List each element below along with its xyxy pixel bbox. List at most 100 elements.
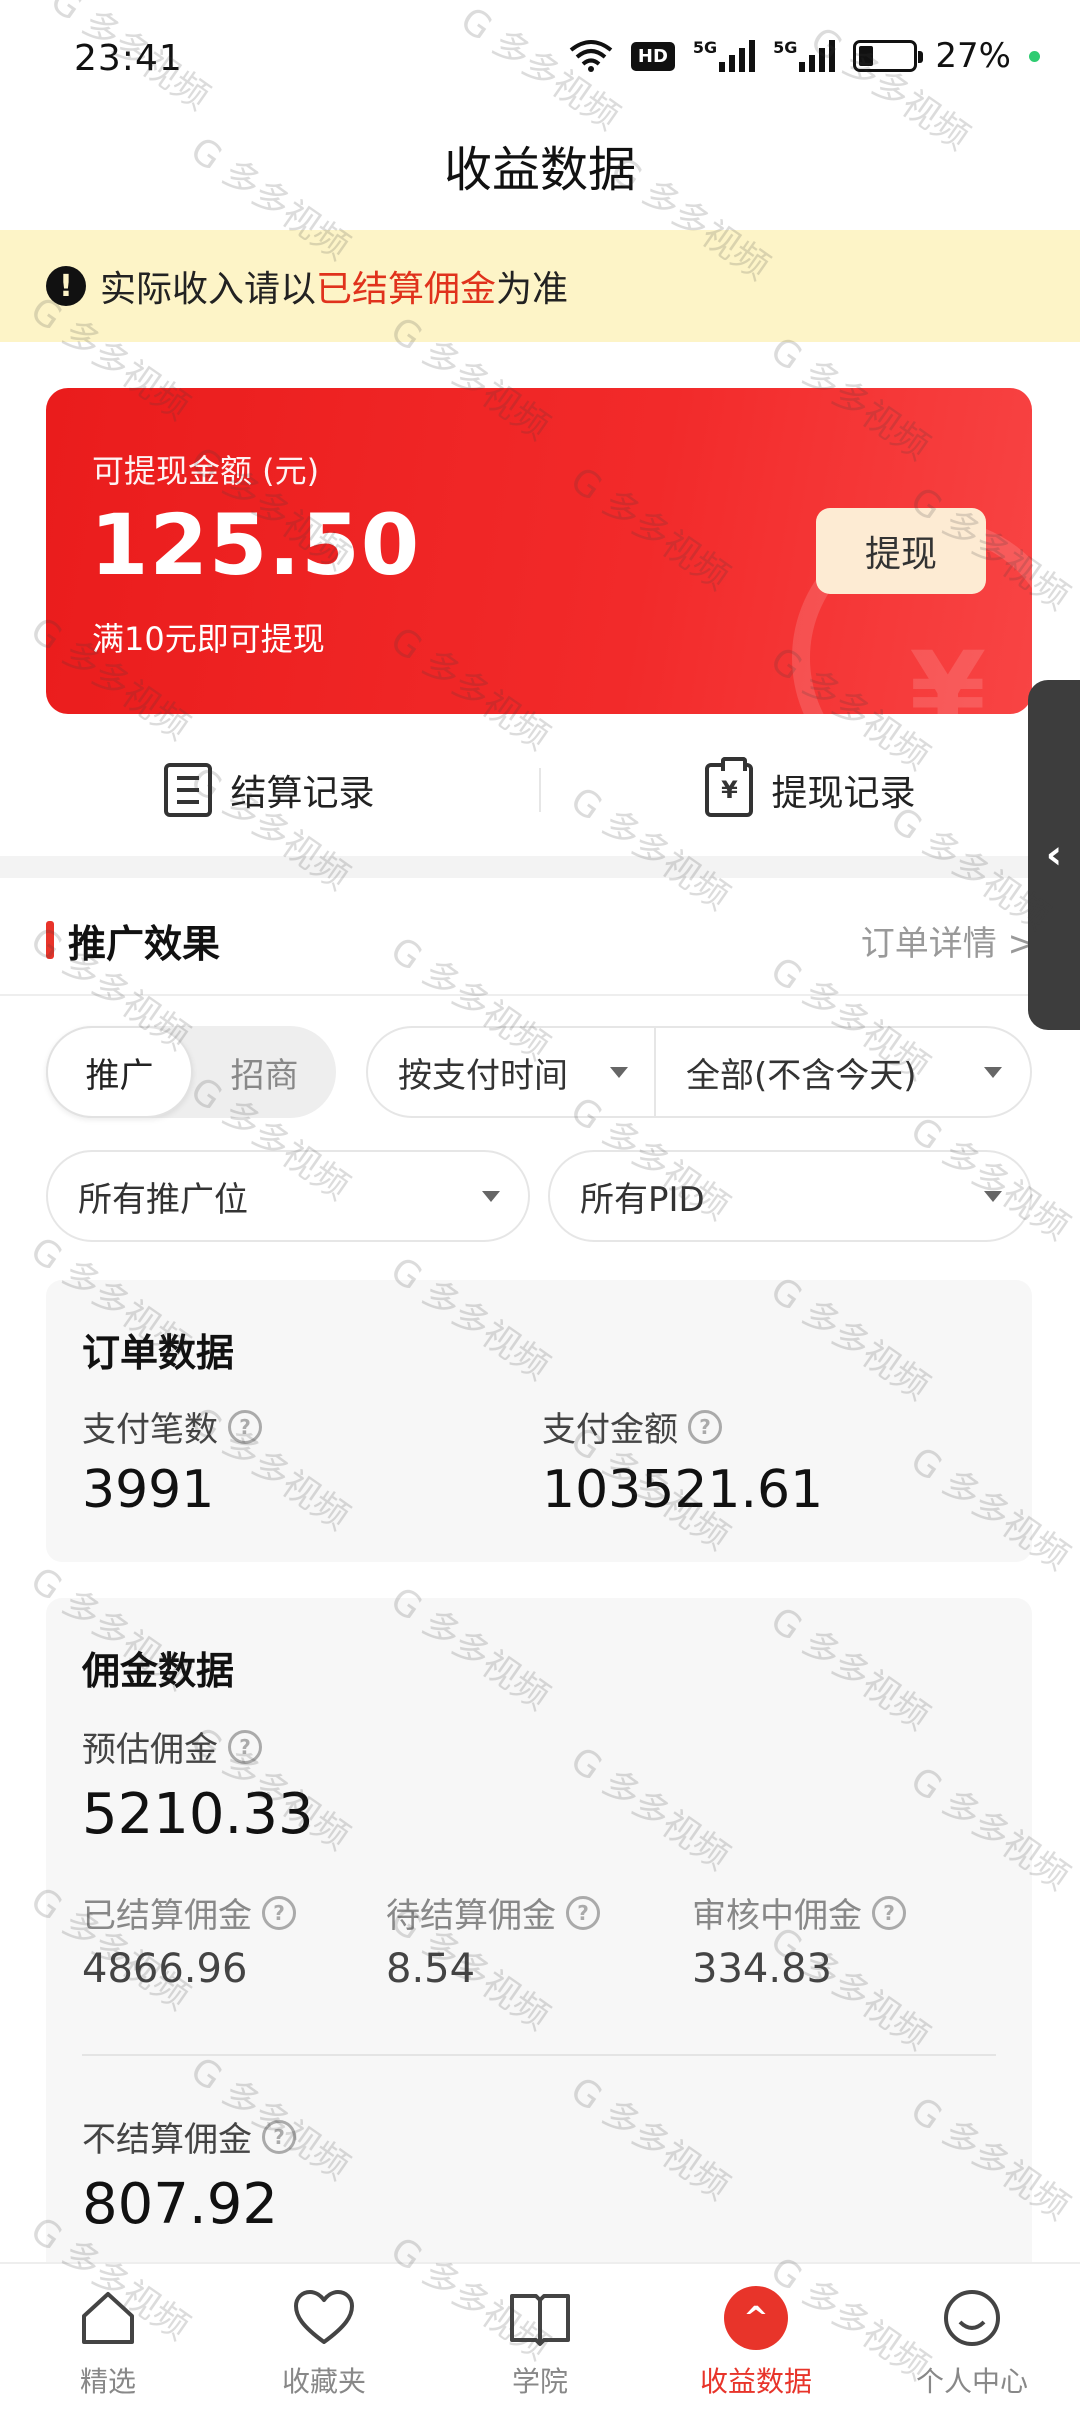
pending-commission-value: 8.54 [386,1946,476,1992]
nav-featured-label: 精选 [79,2365,136,2398]
pid-value: 所有PID [580,1179,705,1220]
commission-data-card: 佣金数据 预估佣金 ? 5210.33 已结算佣金 ? 4866.96 待结算佣… [46,1598,1032,2278]
estimated-commission-value: 5210.33 [82,1782,314,1847]
signal-2-icon: 5G [773,38,836,72]
smiley-face-icon [940,2286,1004,2350]
header-divider [0,994,1080,996]
settlement-records-label: 结算记录 [230,773,375,814]
nav-favorites-label: 收藏夹 [281,2365,366,2398]
segment-promote[interactable]: 推广 [46,1026,193,1118]
settled-commission-value: 4866.96 [82,1946,248,1992]
order-data-card: 订单数据 支付笔数 ? 3991 支付金额 ? 103521.61 [46,1280,1032,1562]
pay-amount-label: 支付金额 ? [542,1402,722,1451]
nav-earnings-label: 收益数据 [699,2365,812,2398]
side-drawer-tab[interactable]: ‹ [1028,680,1080,1030]
promotion-type-toggle: 推广 招商 [46,1026,336,1118]
nav-profile-label: 个人中心 [915,2365,1028,2398]
bottom-navigation: 精选 收藏夹 学院 ^ 收益数据 个人中心 [0,2262,1080,2412]
not-settle-label-text: 不结算佣金 [82,2120,252,2160]
section-separator [0,856,1080,878]
notice-suffix: 为准 [496,269,569,310]
help-icon[interactable]: ? [688,1409,722,1444]
page-title: 收益数据 [443,142,636,198]
status-bar: 23:41 HD 5G 5G 27% [0,0,1080,120]
status-icons: HD 5G 5G 27% [569,36,1040,76]
pay-amount-value: 103521.61 [542,1460,824,1520]
position-select[interactable]: 所有推广位 [46,1150,530,1242]
records-row: 结算记录 ¥ 提现记录 [0,740,1080,840]
privacy-dot-icon [1029,50,1040,62]
withdraw-button[interactable]: 提现 [816,508,986,594]
notice-prefix: 实际收入请以 [100,269,317,310]
heart-icon [292,2286,356,2350]
chevron-down-icon [482,1190,500,1202]
notice-banner: ! 实际收入请以 已结算佣金 为准 [0,230,1080,342]
pay-count-value: 3991 [82,1460,215,1520]
section-accent-bar [46,921,54,959]
settlement-records-link[interactable]: 结算记录 [0,763,539,817]
date-range-value: 全部(不含今天) [686,1055,917,1096]
document-icon [164,763,213,817]
battery-level [859,46,874,66]
chevron-left-icon: ‹ [1045,832,1063,878]
exclamation-icon: ! [46,266,86,306]
estimated-label-text: 预估佣金 [82,1730,218,1770]
network-type-2: 5G [773,38,798,57]
settled-commission-label: 已结算佣金 ? [82,1888,296,1937]
estimated-commission-label: 预估佣金 ? [82,1722,262,1771]
help-icon[interactable]: ? [228,1409,262,1444]
help-icon[interactable]: ? [872,1895,906,1930]
chevron-down-icon [984,1190,1002,1202]
position-value: 所有推广位 [78,1179,248,1220]
not-settle-commission-value: 807.92 [82,2172,278,2237]
withdraw-records-label: 提现记录 [771,773,916,814]
reviewing-label-text: 审核中佣金 [692,1896,862,1936]
battery-percent: 27% [935,36,1011,76]
book-icon [508,2286,572,2350]
balance-label: 可提现金额 (元) [92,452,320,490]
section-title: 推广效果 [46,913,220,968]
balance-card: ¥ 可提现金额 (元) 125.50 满10元即可提现 提现 [46,388,1032,714]
earnings-icon: ^ [724,2286,788,2350]
pending-commission-label: 待结算佣金 ? [386,1888,600,1937]
nav-favorites[interactable]: 收藏夹 [216,2264,432,2412]
nav-earnings[interactable]: ^ 收益数据 [648,2264,864,2412]
chevron-down-icon [610,1066,628,1078]
hd-voice-icon: HD [630,41,675,71]
yuan-decoration-icon: ¥ [909,628,986,714]
help-icon[interactable]: ? [262,2119,296,2154]
pay-count-label-text: 支付笔数 [82,1410,218,1450]
pending-label-text: 待结算佣金 [386,1896,556,1936]
app-screen: 23:41 HD 5G 5G 27% 收益数据 ! 实际收入请以 已结算佣金 为… [0,0,1080,2412]
wifi-icon [569,40,613,72]
section-title-text: 推广效果 [68,921,221,966]
segment-merchant[interactable]: 招商 [193,1026,336,1118]
order-details-link[interactable]: 订单详情 > [861,916,1036,965]
nav-academy[interactable]: 学院 [432,2264,648,2412]
reviewing-commission-label: 审核中佣金 ? [692,1888,906,1937]
withdraw-records-link[interactable]: ¥ 提现记录 [541,757,1080,817]
home-icon [76,2286,140,2350]
clipboard-yuan-icon: ¥ [705,757,754,817]
help-icon[interactable]: ? [262,1895,296,1930]
time-type-value: 按支付时间 [398,1055,568,1096]
balance-amount: 125.50 [90,496,421,594]
chevron-down-icon [984,1066,1002,1078]
help-icon[interactable]: ? [228,1729,262,1764]
pid-select[interactable]: 所有PID [548,1150,1032,1242]
order-data-title: 订单数据 [82,1331,235,1375]
commission-data-title: 佣金数据 [82,1649,235,1693]
status-time: 23:41 [74,38,183,79]
time-type-select[interactable]: 按支付时间 [366,1026,656,1118]
battery-icon [853,40,924,72]
pay-amount-label-text: 支付金额 [542,1410,678,1450]
signal-1-icon: 5G [692,38,756,72]
nav-academy-label: 学院 [511,2365,568,2398]
nav-featured[interactable]: 精选 [0,2264,216,2412]
pay-count-label: 支付笔数 ? [82,1402,262,1451]
network-type-1: 5G [692,38,718,57]
nav-profile[interactable]: 个人中心 [864,2264,1080,2412]
date-range-select[interactable]: 全部(不含今天) [654,1026,1032,1118]
settled-label-text: 已结算佣金 [82,1896,252,1936]
help-icon[interactable]: ? [566,1895,600,1930]
